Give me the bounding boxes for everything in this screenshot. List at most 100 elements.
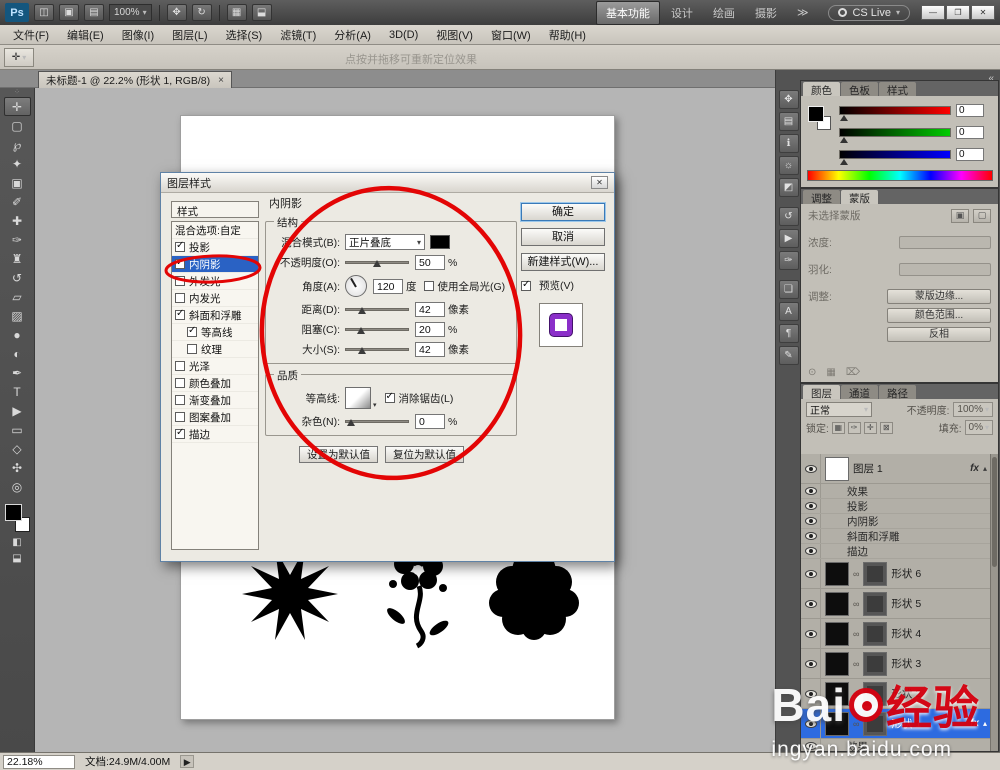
quick-mask-icon[interactable]: ◧	[4, 534, 31, 550]
noise-slider[interactable]	[345, 419, 409, 426]
menu-item-layer[interactable]: 图层(L)	[163, 24, 216, 46]
effect-row-effects[interactable]: 效果	[801, 739, 990, 751]
layer-thumbnail[interactable]	[825, 681, 849, 706]
vector-mask-thumbnail[interactable]	[863, 591, 888, 616]
style-item-satin[interactable]: 光泽	[172, 358, 258, 375]
menu-item-image[interactable]: 图像(I)	[113, 24, 163, 46]
checkbox-inner-glow[interactable]	[175, 293, 185, 303]
add-vector-mask-icon[interactable]: ▢	[973, 208, 991, 223]
lock-position-icon[interactable]: ✛	[863, 421, 877, 434]
menu-item-analysis[interactable]: 分析(A)	[325, 24, 380, 46]
tool-preset-picker[interactable]: ✛ ▾	[4, 47, 34, 67]
tool-brush[interactable]: ✑	[4, 230, 31, 249]
style-item-outer-glow[interactable]: 外发光	[172, 273, 258, 290]
blend-mode-select[interactable]: 正片叠底 ▾	[345, 234, 425, 250]
vector-mask-thumbnail[interactable]	[863, 621, 888, 646]
tab-styles[interactable]: 样式	[879, 82, 916, 97]
mini-bridge-icon[interactable]: ▣	[59, 4, 79, 21]
tool-clone-stamp[interactable]: ♜	[4, 249, 31, 268]
tab-swatches[interactable]: 色板	[841, 82, 878, 97]
tool-type[interactable]: T	[4, 382, 31, 401]
workspace-overflow-button[interactable]: ≫	[788, 3, 818, 22]
contour-picker[interactable]	[345, 387, 371, 409]
tool-eyedropper[interactable]: ✐	[4, 192, 31, 211]
workspace-photography[interactable]: 摄影	[746, 2, 786, 24]
arrange-documents-icon[interactable]: ▦	[226, 4, 247, 21]
effect-row-effects[interactable]: 效果	[801, 484, 990, 499]
lock-pixels-icon[interactable]: ✑	[847, 421, 861, 434]
checkbox-satin[interactable]	[175, 361, 185, 371]
reset-default-button[interactable]: 复位为默认值	[385, 446, 464, 463]
fill-field[interactable]: 0% ▾	[964, 420, 993, 435]
distance-field[interactable]: 42	[415, 302, 445, 317]
bridge-icon[interactable]: ◫	[34, 4, 54, 21]
rotate-view-icon[interactable]: ↻	[191, 4, 212, 21]
lock-all-icon[interactable]: ⊠	[879, 421, 893, 434]
scrollbar-thumb[interactable]	[992, 457, 997, 567]
fx-expander-icon[interactable]: ▴	[983, 719, 987, 728]
style-item-inner-glow[interactable]: 内发光	[172, 290, 258, 307]
angle-dial[interactable]	[345, 275, 367, 297]
style-item-gradient-overlay[interactable]: 渐变叠加	[172, 392, 258, 409]
color-range-button[interactable]: 颜色范围...	[887, 308, 991, 323]
tool-3d-rotate[interactable]: ◇	[4, 439, 31, 458]
visibility-toggle[interactable]	[801, 649, 821, 678]
layer-row-layer1[interactable]: 图层 1 fx ▴	[801, 454, 990, 484]
hand-icon[interactable]: ✥	[166, 4, 187, 21]
layer-row-shape4[interactable]: ∞ 形状 4	[801, 619, 990, 649]
tool-rectangle[interactable]: ▭	[4, 420, 31, 439]
layer-row-shape6[interactable]: ∞ 形状 6	[801, 559, 990, 589]
adjustments-icon[interactable]: ☼	[778, 156, 799, 175]
status-options-icon[interactable]: ▶	[180, 755, 195, 768]
menu-item-edit[interactable]: 编辑(E)	[58, 24, 113, 46]
zoom-level-dropdown[interactable]: 100% ▾	[109, 4, 152, 21]
visibility-toggle[interactable]	[801, 679, 821, 708]
checkbox-stroke[interactable]	[175, 427, 185, 439]
effect-row-drop-shadow[interactable]: 投影	[801, 499, 990, 514]
tool-zoom[interactable]: ◎	[4, 477, 31, 496]
effect-row-bevel-emboss[interactable]: 斜面和浮雕	[801, 529, 990, 544]
foreground-color-swatch[interactable]	[4, 504, 22, 521]
angle-field[interactable]: 120	[373, 278, 403, 294]
workspace-essentials[interactable]: 基本功能	[595, 0, 660, 25]
layer-thumbnail[interactable]	[825, 651, 849, 676]
info-icon[interactable]: ℹ	[778, 134, 799, 153]
visibility-toggle[interactable]	[801, 709, 821, 738]
checkbox-bevel-emboss[interactable]	[175, 308, 185, 320]
view-extras-icon[interactable]: ▤	[84, 4, 104, 21]
set-default-button[interactable]: 设置为默认值	[299, 446, 378, 463]
tool-pen[interactable]: ✒	[4, 363, 31, 382]
style-item-texture[interactable]: 纹理	[172, 341, 258, 358]
size-field[interactable]: 42	[415, 342, 445, 357]
choke-field[interactable]: 20	[415, 322, 445, 337]
color-spectrum-ramp[interactable]	[807, 170, 993, 181]
minimize-button[interactable]: —	[921, 5, 945, 20]
styles-list-header[interactable]: 样式	[171, 201, 259, 218]
dialog-close-button[interactable]: ✕	[591, 176, 608, 189]
tool-quick-selection[interactable]: ✦	[4, 154, 31, 173]
opacity-field[interactable]: 50	[415, 255, 445, 270]
style-item-drop-shadow[interactable]: 投影	[172, 239, 258, 256]
vector-mask-thumbnail[interactable]	[863, 711, 888, 736]
checkbox-gradient-overlay[interactable]	[175, 395, 185, 405]
character-icon[interactable]: A	[778, 302, 799, 321]
checkbox-inner-shadow[interactable]	[175, 257, 185, 269]
layers-scrollbar[interactable]	[990, 454, 998, 751]
tool-path-selection[interactable]: ▶	[4, 401, 31, 420]
tool-hand[interactable]: ✣	[4, 458, 31, 477]
checkbox-texture[interactable]	[187, 344, 197, 354]
fx-badge[interactable]: fx	[970, 463, 979, 474]
history-icon[interactable]: ↺	[778, 207, 799, 226]
vector-mask-thumbnail[interactable]	[863, 681, 888, 706]
layer-row-shape1-selected[interactable]: ∞ 形状 1 fx ▴	[801, 709, 990, 739]
cancel-button[interactable]: 取消	[521, 228, 605, 246]
red-value-field[interactable]: 0	[956, 104, 984, 117]
vector-mask-thumbnail[interactable]	[863, 651, 888, 676]
histogram-icon[interactable]: ▤	[778, 112, 799, 131]
effect-row-inner-shadow[interactable]: 内阴影	[801, 514, 990, 529]
apply-mask-icon[interactable]: ▦	[826, 367, 835, 378]
layer-row-shape5[interactable]: ∞ 形状 5	[801, 589, 990, 619]
visibility-toggle[interactable]	[801, 514, 821, 528]
menu-item-view[interactable]: 视图(V)	[427, 24, 482, 46]
tab-masks[interactable]: 蒙版	[841, 190, 878, 205]
